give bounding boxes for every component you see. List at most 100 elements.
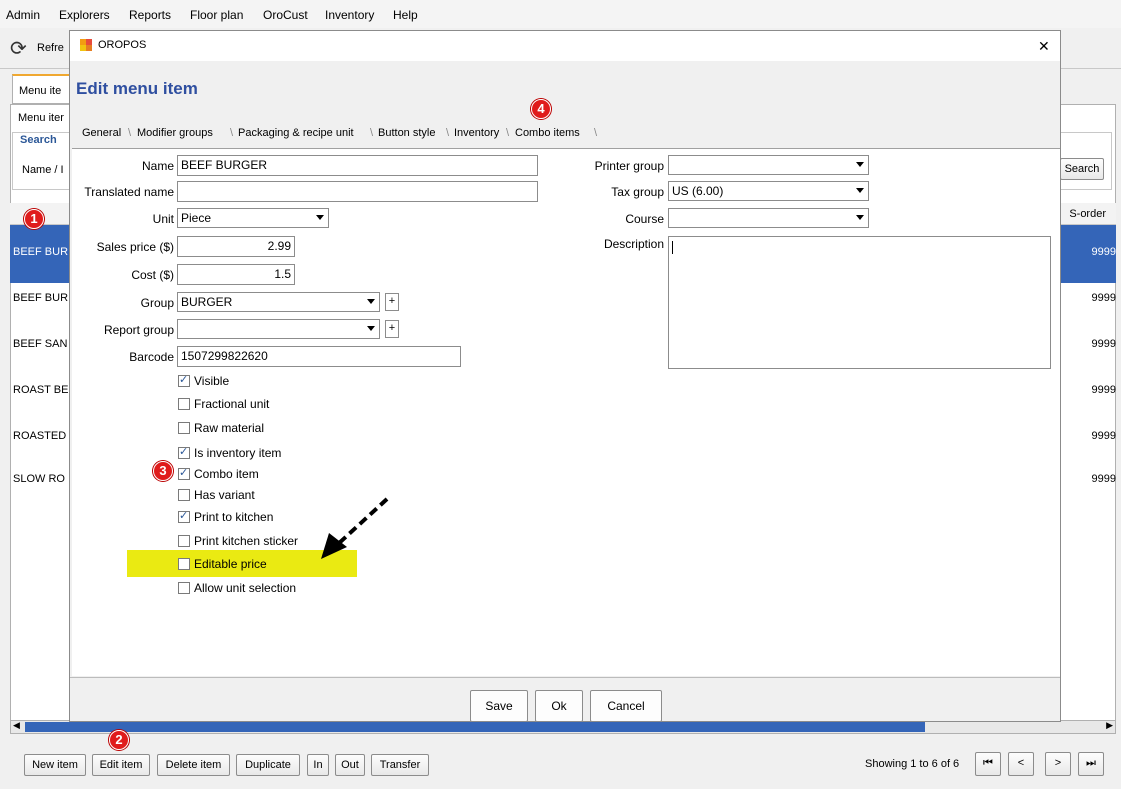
unit-select[interactable]: Piece <box>177 208 329 228</box>
chevron-down-icon <box>367 299 375 304</box>
last-page-icon[interactable]: ⏭ <box>1078 752 1104 776</box>
checkbox-checked-icon <box>178 509 190 523</box>
search-button[interactable]: Search <box>1060 158 1104 180</box>
cost-label: Cost ($) <box>131 268 174 282</box>
pointer-arrow-icon <box>321 497 389 559</box>
first-page-icon[interactable]: ⏮ <box>975 752 1001 776</box>
step-badge: 4 <box>531 99 551 119</box>
checkbox-checked-icon <box>178 466 190 480</box>
add-report-group-button[interactable]: + <box>385 320 399 338</box>
name-label: Name <box>141 159 174 173</box>
page-title: Edit menu item <box>76 79 198 98</box>
printer-group-label: Printer group <box>594 159 664 173</box>
text-cursor <box>672 241 673 254</box>
next-page-icon[interactable]: > <box>1045 752 1071 776</box>
edit-item-button[interactable]: Edit item <box>92 754 150 776</box>
tab-divider: \ <box>506 127 510 139</box>
printer-group-select[interactable] <box>668 155 869 175</box>
scrollbar-thumb[interactable] <box>25 722 925 732</box>
has-variant-checkbox[interactable]: Has variant <box>178 488 255 506</box>
tab-menu-items[interactable]: Menu ite <box>12 74 72 104</box>
horizontal-scrollbar[interactable]: ◀ ▶ <box>10 720 1116 734</box>
sales-price-label: Sales price ($) <box>96 240 174 254</box>
tab-divider: \ <box>446 127 450 139</box>
close-icon[interactable]: ✕ <box>1038 38 1050 55</box>
tab-divider: \ <box>230 127 234 139</box>
add-group-button[interactable]: + <box>385 293 399 311</box>
menu-explorers[interactable]: Explorers <box>59 8 110 22</box>
checkbox-icon <box>178 489 190 501</box>
oropos-logo-icon <box>80 39 92 51</box>
report-group-select[interactable] <box>177 319 380 339</box>
step-badge: 3 <box>153 461 173 481</box>
menu-orocust[interactable]: OroCust <box>263 8 308 22</box>
allow-unit-selection-checkbox[interactable]: Allow unit selection <box>178 581 296 599</box>
menu-inventory[interactable]: Inventory <box>325 8 374 22</box>
editable-price-checkbox[interactable]: Editable price <box>178 557 267 575</box>
in-button[interactable]: In <box>307 754 329 776</box>
barcode-field[interactable]: 1507299822620 <box>177 346 461 367</box>
save-button[interactable]: Save <box>470 690 528 722</box>
tab-inventory[interactable]: Inventory <box>454 124 499 144</box>
tab-divider: \ <box>370 127 374 139</box>
checkbox-icon <box>178 535 190 547</box>
tab-general[interactable]: General <box>82 124 121 144</box>
print-to-kitchen-checkbox[interactable]: Print to kitchen <box>178 509 273 528</box>
fractional-unit-checkbox[interactable]: Fractional unit <box>178 397 269 415</box>
description-textarea[interactable] <box>668 236 1051 369</box>
scroll-right-icon[interactable]: ▶ <box>1106 720 1113 731</box>
report-group-label: Report group <box>103 323 174 337</box>
print-kitchen-sticker-checkbox[interactable]: Print kitchen sticker <box>178 534 298 552</box>
checkbox-checked-icon <box>178 445 190 459</box>
menu-admin[interactable]: Admin <box>6 8 40 22</box>
dialog-title-bar: OROPOS ✕ <box>70 31 1060 61</box>
tax-group-label: Tax group <box>611 185 664 199</box>
combo-item-checkbox[interactable]: Combo item <box>178 466 259 485</box>
name-field[interactable]: BEEF BURGER <box>177 155 538 176</box>
is-inventory-item-checkbox[interactable]: Is inventory item <box>178 445 281 464</box>
menu-bar: Admin Explorers Reports Floor plan OroCu… <box>0 0 1121 28</box>
cost-field[interactable]: 1.5 <box>177 264 295 285</box>
ok-button[interactable]: Ok <box>535 690 583 722</box>
menu-reports[interactable]: Reports <box>129 8 171 22</box>
menu-help[interactable]: Help <box>393 8 418 22</box>
chevron-down-icon <box>367 326 375 331</box>
duplicate-button[interactable]: Duplicate <box>236 754 300 776</box>
column-header-sort-order[interactable]: S-order <box>1069 208 1106 220</box>
tab-button-style[interactable]: Button style <box>378 124 435 144</box>
previous-page-icon[interactable]: < <box>1008 752 1034 776</box>
step-badge: 1 <box>24 209 44 229</box>
description-label: Description <box>603 237 664 251</box>
sales-price-field[interactable]: 2.99 <box>177 236 295 257</box>
sub-label: Menu iter <box>18 112 64 124</box>
chevron-down-icon <box>856 188 864 193</box>
course-select[interactable] <box>668 208 869 228</box>
translated-name-field[interactable] <box>177 181 538 202</box>
checkbox-icon <box>178 398 190 410</box>
tax-group-select[interactable]: US (6.00) <box>668 181 869 201</box>
menu-floor-plan[interactable]: Floor plan <box>190 8 243 22</box>
scroll-left-icon[interactable]: ◀ <box>13 720 20 731</box>
refresh-button[interactable]: ⟳ Refre <box>8 34 68 62</box>
visible-checkbox[interactable]: Visible <box>178 373 229 392</box>
tab-packaging-recipe-unit[interactable]: Packaging & recipe unit <box>238 124 354 144</box>
group-label: Group <box>140 296 174 310</box>
tab-modifier-groups[interactable]: Modifier groups <box>137 124 213 144</box>
delete-item-button[interactable]: Delete item <box>157 754 230 776</box>
search-group-title: Search <box>18 134 59 146</box>
raw-material-checkbox[interactable]: Raw material <box>178 421 264 439</box>
tab-divider: \ <box>594 127 598 139</box>
checkbox-icon <box>178 558 190 570</box>
group-select[interactable]: BURGER <box>177 292 380 312</box>
edit-menu-item-dialog: OROPOS ✕ Edit menu item General \ Modifi… <box>69 30 1061 722</box>
window-title: OROPOS <box>98 39 147 51</box>
general-panel: Name BEEF BURGER Translated name Unit Pi… <box>72 148 1060 676</box>
transfer-button[interactable]: Transfer <box>371 754 429 776</box>
translated-name-label: Translated name <box>84 185 174 199</box>
out-button[interactable]: Out <box>335 754 365 776</box>
tab-combo-items[interactable]: Combo items <box>515 124 580 144</box>
step-badge: 2 <box>109 730 129 750</box>
new-item-button[interactable]: New item <box>24 754 86 776</box>
cancel-button[interactable]: Cancel <box>590 690 662 722</box>
checkbox-icon <box>178 582 190 594</box>
